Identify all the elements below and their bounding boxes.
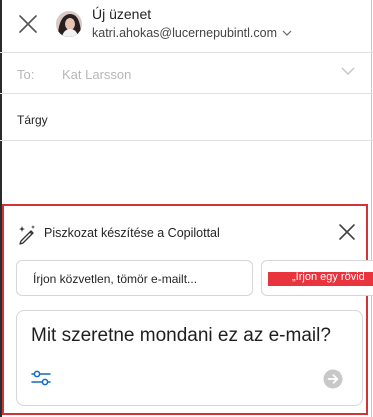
chevron-down-icon	[282, 30, 292, 36]
suggestion-chip-label: „Írjon egy rövid	[292, 271, 365, 283]
copilot-draft-panel: Piszkozat készítése a Copilottal Írjon k…	[2, 204, 373, 415]
prompt-placeholder[interactable]: Mit szeretne mondani ez az e-mail?	[31, 325, 331, 347]
subject-field-row[interactable]: Tárgy	[0, 94, 373, 141]
suggestion-chip[interactable]: Írjon közvetlen, tömör e-mailt...	[16, 260, 253, 296]
close-compose-icon[interactable]	[17, 13, 39, 35]
suggestion-chip[interactable]: „Írjon egy rövid	[261, 260, 373, 296]
send-arrow-icon[interactable]	[323, 369, 343, 389]
compose-title: Új üzenet	[92, 6, 152, 22]
subject-label: Tárgy	[17, 113, 48, 127]
compose-header: Új üzenet katri.ahokas@lucernepubintl.co…	[0, 0, 373, 53]
to-field-row[interactable]: To: Kat Larsson	[0, 53, 373, 94]
to-recipient[interactable]: Kat Larsson	[62, 67, 131, 82]
chevron-down-icon[interactable]	[341, 67, 355, 76]
options-sliders-icon[interactable]	[30, 368, 52, 388]
to-label: To:	[17, 67, 35, 82]
from-address: katri.ahokas@lucernepubintl.com	[92, 26, 278, 40]
avatar[interactable]	[56, 11, 82, 37]
from-account-selector[interactable]: katri.ahokas@lucernepubintl.com	[92, 26, 292, 40]
copilot-prompt-box[interactable]: Mit szeretne mondani ez az e-mail?	[16, 310, 363, 406]
suggestion-chip-label: Írjon közvetlen, tömör e-mailt...	[33, 272, 198, 286]
close-copilot-icon[interactable]	[338, 223, 356, 241]
copilot-pen-sparkle-icon	[19, 225, 35, 245]
copilot-title: Piszkozat készítése a Copilottal	[44, 226, 220, 240]
